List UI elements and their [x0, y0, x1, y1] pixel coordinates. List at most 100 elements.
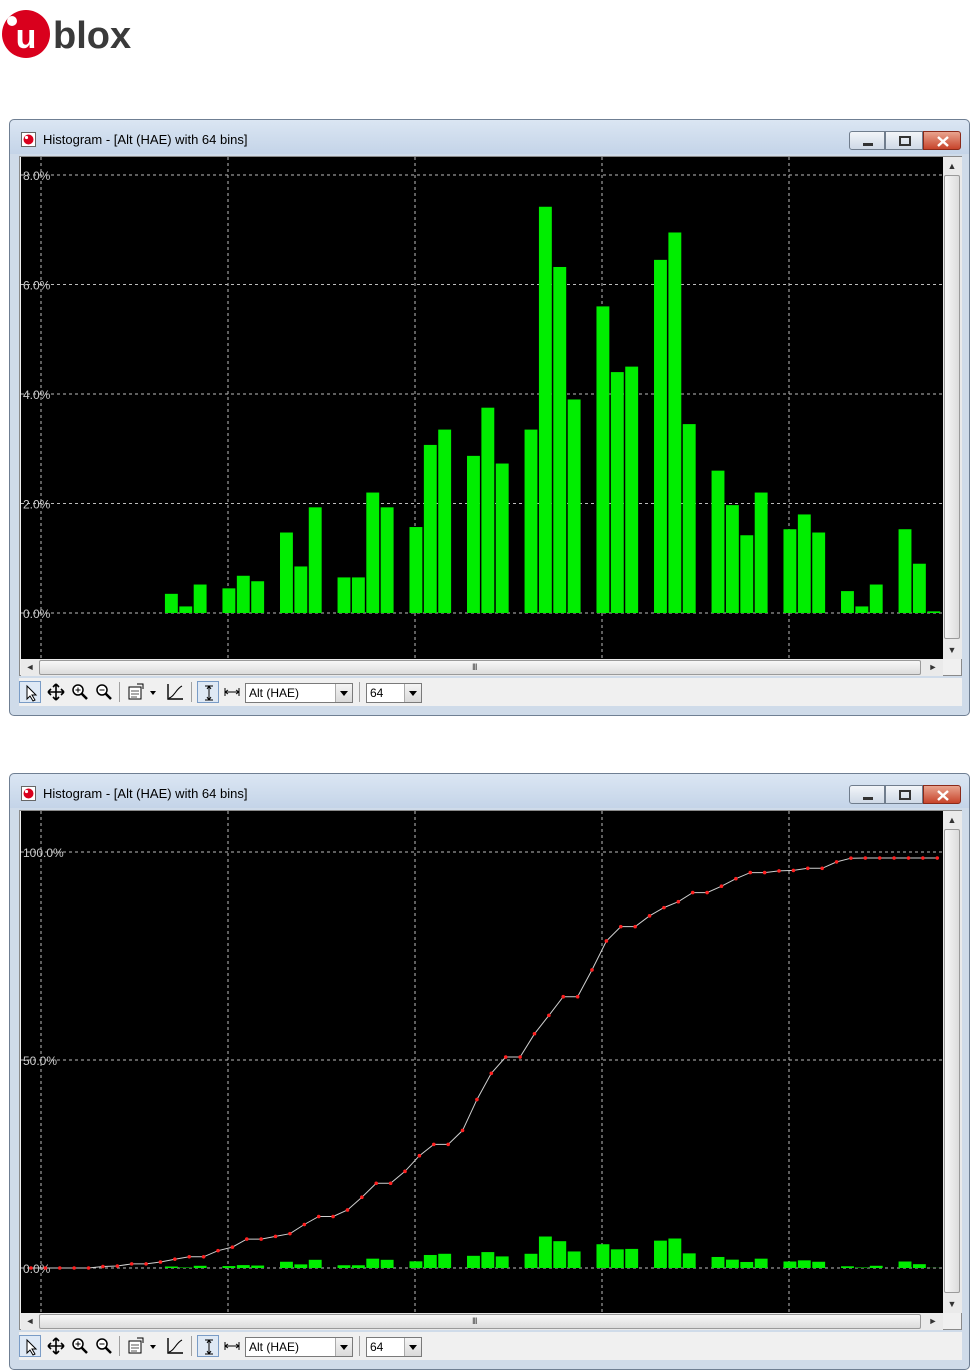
ublox-logo-mark: u blox	[2, 10, 131, 58]
chevron-down-icon[interactable]	[404, 684, 421, 702]
bins-select[interactable]: 64	[366, 683, 422, 703]
scroll-left-icon[interactable]: ◄	[22, 659, 38, 675]
horizontal-scroll-thumb[interactable]: III	[39, 1314, 921, 1329]
horizontal-scrollbar[interactable]: ◄ III ►	[21, 1313, 943, 1330]
horizontal-scrollbar[interactable]: ◄ III ►	[21, 659, 943, 676]
vertical-autoscale-button[interactable]	[197, 681, 219, 703]
cumulative-point	[460, 1128, 465, 1133]
histogram-bar	[380, 1259, 394, 1268]
field-select-value: Alt (HAE)	[249, 686, 300, 700]
cumulative-point	[129, 1262, 134, 1266]
scroll-up-icon[interactable]: ▲	[944, 812, 960, 828]
field-select[interactable]: Alt (HAE)	[245, 683, 353, 703]
vertical-autoscale-button[interactable]	[197, 1335, 219, 1357]
histogram-bar	[409, 1261, 423, 1268]
cumulative-point	[101, 1264, 105, 1269]
histogram-bar	[725, 1259, 739, 1268]
vertical-scroll-thumb[interactable]	[944, 175, 960, 639]
histogram-bar	[538, 206, 552, 613]
histogram-bar	[812, 1261, 826, 1268]
histogram-bar	[524, 429, 538, 613]
zoom-out-icon	[96, 684, 112, 700]
chevron-down-icon[interactable]	[404, 1338, 421, 1356]
cumulative-point	[575, 994, 580, 999]
plot-type-button[interactable]	[164, 681, 186, 703]
histogram-bar	[337, 1265, 351, 1268]
histogram-bar	[495, 463, 509, 613]
histogram-bar	[596, 306, 610, 613]
histogram-bar	[164, 1266, 178, 1268]
select-tool-button[interactable]	[19, 681, 41, 703]
cumulative-point	[906, 856, 911, 860]
minimize-button[interactable]	[849, 131, 885, 150]
properties-dropdown[interactable]	[147, 1335, 159, 1357]
bins-select[interactable]: 64	[366, 1337, 422, 1357]
zoom-in-icon	[72, 1338, 88, 1354]
horizontal-scroll-thumb[interactable]: III	[39, 660, 921, 675]
toolbar-separator	[119, 1336, 120, 1356]
axis-curve-icon	[167, 684, 183, 700]
maximize-button[interactable]	[885, 785, 923, 804]
horizontal-autoscale-button[interactable]	[221, 1335, 243, 1357]
histogram-bar	[351, 577, 365, 613]
title-bar[interactable]: Histogram - [Alt (HAE) with 64 bins]	[10, 120, 969, 154]
scroll-down-icon[interactable]: ▼	[944, 1296, 960, 1312]
y-tick-label: 50.0%	[23, 1054, 57, 1068]
histogram-bar	[179, 1267, 193, 1268]
histogram-bar	[337, 577, 351, 613]
zoom-in-button[interactable]	[69, 681, 91, 703]
properties-dropdown[interactable]	[147, 681, 159, 703]
pan-tool-button[interactable]	[45, 681, 67, 703]
properties-button[interactable]	[125, 681, 147, 703]
cumulative-point	[518, 1055, 522, 1059]
histogram-bar	[610, 372, 624, 613]
histogram-bar	[409, 527, 423, 613]
maximize-button[interactable]	[885, 131, 923, 150]
zoom-out-button[interactable]	[93, 1335, 115, 1357]
vertical-scrollbar[interactable]: ▲ ▼	[943, 157, 962, 659]
zoom-out-button[interactable]	[93, 681, 115, 703]
cumulative-point	[834, 860, 839, 864]
close-button[interactable]	[923, 131, 961, 150]
app-icon	[21, 786, 36, 801]
field-select[interactable]: Alt (HAE)	[245, 1337, 353, 1357]
histogram-bar	[467, 1255, 480, 1268]
histogram-plot[interactable]: 0.0% 2.0% 4.0% 6.0% 8.0%	[21, 157, 943, 659]
cumulative-point	[935, 856, 940, 860]
plot-type-button[interactable]	[164, 1335, 186, 1357]
chevron-down-icon[interactable]	[335, 1338, 352, 1356]
cumulative-point	[690, 890, 695, 895]
field-select-value: Alt (HAE)	[249, 1340, 300, 1354]
histogram-bar	[711, 470, 725, 613]
pan-tool-button[interactable]	[45, 1335, 67, 1357]
title-bar[interactable]: Histogram - [Alt (HAE) with 64 bins]	[10, 774, 969, 808]
cumulative-point	[734, 876, 738, 881]
scroll-left-icon[interactable]: ◄	[22, 1313, 38, 1329]
cumulative-plot[interactable]: 0.0% 50.0% 100.0%	[21, 811, 943, 1313]
cumulative-point	[173, 1257, 177, 1261]
scroll-right-icon[interactable]: ►	[925, 659, 941, 675]
cumulative-point	[647, 914, 652, 918]
vertical-scrollbar[interactable]: ▲ ▼	[943, 811, 962, 1313]
y-tick-label: 8.0%	[23, 169, 51, 183]
cumulative-point	[43, 1266, 48, 1270]
scroll-right-icon[interactable]: ►	[925, 1313, 941, 1329]
zoom-in-button[interactable]	[69, 1335, 91, 1357]
cumulative-point	[705, 890, 709, 895]
properties-icon	[128, 1337, 144, 1354]
horizontal-autoscale-button[interactable]	[221, 681, 243, 703]
histogram-bar	[222, 588, 236, 613]
properties-button[interactable]	[125, 1335, 147, 1357]
histogram-bar	[740, 535, 754, 613]
histogram-bar	[610, 1249, 624, 1268]
scroll-down-icon[interactable]: ▼	[944, 642, 960, 658]
cumulative-point	[316, 1214, 321, 1219]
chevron-down-icon[interactable]	[335, 684, 352, 702]
select-tool-button[interactable]	[19, 1335, 41, 1357]
scroll-up-icon[interactable]: ▲	[944, 158, 960, 174]
cumulative-point	[547, 1013, 551, 1018]
close-button[interactable]	[923, 785, 961, 804]
minimize-button[interactable]	[849, 785, 885, 804]
vertical-scroll-thumb[interactable]	[944, 829, 960, 1293]
y-tick-label: 0.0%	[23, 607, 51, 621]
